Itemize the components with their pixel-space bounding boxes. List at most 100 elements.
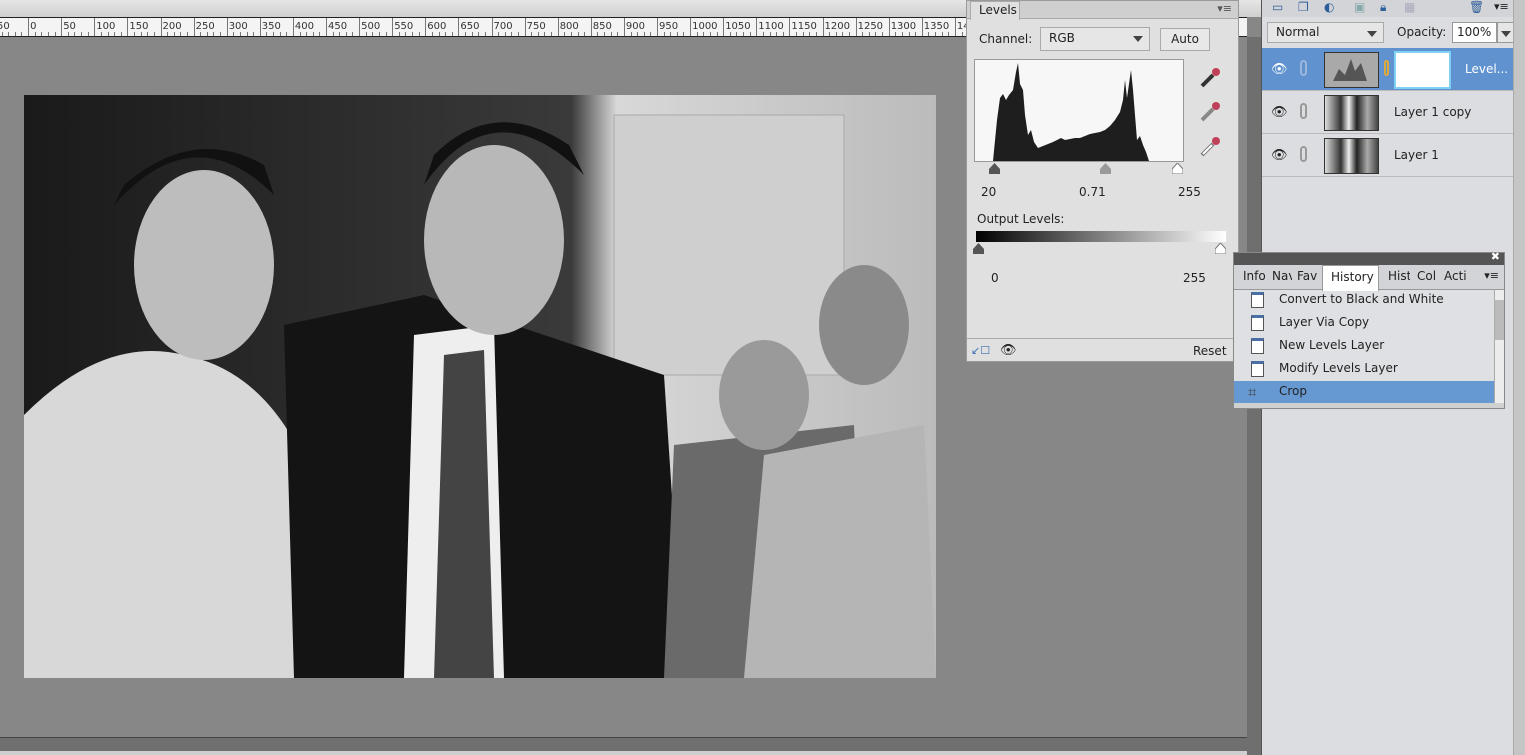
tab-levels[interactable]: Levels	[970, 1, 1020, 20]
history-item[interactable]: ⌗ Crop	[1234, 381, 1494, 404]
output-black-slider[interactable]	[973, 243, 984, 254]
tab-navigator[interactable]: Nav	[1272, 269, 1292, 283]
mask-icon[interactable]: ▣	[1354, 0, 1365, 14]
white-eyedropper-icon[interactable]	[1199, 134, 1223, 158]
output-black-value[interactable]: 0	[991, 271, 999, 285]
history-scrollbar[interactable]	[1494, 290, 1504, 403]
ruler-label: 950	[659, 21, 679, 32]
new-layer-icon[interactable]: ▭	[1272, 0, 1283, 14]
layer-row[interactable]: 👁 Level...	[1262, 48, 1514, 91]
ruler-tick	[339, 32, 341, 36]
visibility-eye-icon[interactable]: 👁	[1271, 148, 1288, 163]
ruler-tick	[405, 32, 407, 36]
ruler-tick	[213, 32, 215, 36]
resize-grip[interactable]	[1234, 403, 1504, 408]
ruler-tick	[147, 32, 149, 36]
ruler-tick	[802, 32, 804, 36]
layer-name[interactable]: Level...	[1465, 62, 1508, 76]
input-black-value[interactable]: 20	[981, 185, 996, 199]
output-white-slider[interactable]	[1215, 243, 1226, 254]
history-item[interactable]: Modify Levels Layer	[1234, 358, 1494, 381]
close-icon[interactable]: ✖	[1491, 250, 1500, 263]
ruler-tick	[306, 32, 308, 36]
opacity-dropdown[interactable]	[1497, 22, 1514, 43]
horizontal-scrollbar[interactable]	[0, 737, 1247, 751]
ruler-tick	[167, 32, 169, 36]
auto-button[interactable]: Auto	[1160, 28, 1210, 51]
gray-eyedropper-icon[interactable]	[1199, 99, 1223, 123]
mask-link-icon[interactable]	[1384, 60, 1389, 76]
reset-button[interactable]: Reset	[1193, 344, 1227, 358]
ruler-tick	[438, 32, 440, 36]
panel-scrollbar[interactable]	[1513, 0, 1525, 755]
layer-mask-thumbnail[interactable]	[1394, 51, 1451, 89]
tab-info[interactable]: Info	[1243, 269, 1265, 283]
input-white-slider[interactable]	[1172, 163, 1183, 174]
link-icon[interactable]	[1300, 103, 1307, 119]
history-item-label: Layer Via Copy	[1279, 315, 1370, 329]
input-white-value[interactable]: 255	[1178, 185, 1201, 199]
ruler-tick	[617, 32, 619, 36]
panel-menu-icon[interactable]: ▾≡	[1217, 2, 1232, 15]
ruler-tick	[100, 32, 102, 36]
layer-row[interactable]: 👁 Layer 1 copy	[1262, 91, 1514, 134]
ruler-tick	[8, 32, 10, 36]
link-icon[interactable]	[1300, 146, 1307, 162]
visibility-eye-icon[interactable]: 👁	[1000, 343, 1017, 358]
ruler-tick	[928, 32, 930, 36]
history-item[interactable]: Convert to Black and White	[1234, 289, 1494, 312]
tab-color[interactable]: Col	[1417, 269, 1437, 283]
ruler-tick	[418, 32, 420, 36]
levels-adjustment-thumbnail	[1324, 52, 1379, 88]
lock-icon[interactable]: 🔒︎	[1380, 0, 1386, 15]
input-gamma-slider[interactable]	[1100, 163, 1111, 174]
ruler-tick	[378, 32, 380, 36]
clip-to-layer-icon[interactable]: ↙☐	[971, 344, 990, 357]
input-black-slider[interactable]	[989, 163, 1000, 174]
new-group-icon[interactable]: ❐	[1298, 0, 1309, 14]
panel-menu-icon[interactable]: ▾≡	[1494, 0, 1509, 13]
ruler-tick	[776, 32, 778, 36]
input-gamma-value[interactable]: 0.71	[1079, 185, 1106, 199]
ruler-label: 250	[195, 21, 215, 32]
visibility-eye-icon[interactable]: 👁	[1271, 105, 1288, 120]
ruler-tick	[511, 32, 513, 36]
layer-name[interactable]: Layer 1 copy	[1394, 105, 1471, 119]
ruler-label: 1200	[824, 21, 850, 32]
channel-label: Channel:	[979, 32, 1033, 46]
ruler-tick	[160, 18, 162, 36]
blend-mode-select[interactable]: Normal	[1267, 22, 1384, 43]
tab-history[interactable]: History	[1322, 265, 1379, 291]
ruler-label: 50	[63, 21, 76, 32]
ruler-tick	[14, 32, 16, 36]
tab-histogram[interactable]: Hist	[1388, 269, 1410, 283]
visibility-eye-icon[interactable]: 👁	[1271, 62, 1288, 77]
ruler-tick	[570, 32, 572, 36]
black-eyedropper-icon[interactable]	[1199, 65, 1223, 89]
panel-title-bar[interactable]: ✖	[1234, 250, 1504, 265]
scrollbar-thumb[interactable]	[1495, 300, 1504, 340]
output-gradient	[976, 231, 1226, 242]
ruler-tick	[716, 32, 718, 36]
link-icon[interactable]	[1300, 60, 1307, 76]
channel-select[interactable]: RGB	[1040, 27, 1150, 51]
ruler-tick	[239, 32, 241, 36]
ruler-tick	[114, 32, 116, 36]
ruler-tick	[372, 32, 374, 36]
layer-row[interactable]: 👁 Layer 1	[1262, 134, 1514, 177]
adjustment-layer-icon[interactable]: ◐	[1324, 0, 1334, 14]
ruler-tick	[319, 32, 321, 36]
history-item[interactable]: New Levels Layer	[1234, 335, 1494, 358]
ruler-tick	[584, 32, 586, 36]
layer-name[interactable]: Layer 1	[1394, 148, 1439, 162]
history-item[interactable]: Layer Via Copy	[1234, 312, 1494, 335]
ruler-label: 850	[592, 21, 612, 32]
panel-menu-icon[interactable]: ▾≡	[1484, 269, 1499, 282]
trash-icon[interactable]: 🗑︎	[1469, 0, 1484, 14]
opacity-input[interactable]: 100%	[1452, 22, 1497, 43]
lock-transparency-icon[interactable]: ▦	[1404, 0, 1415, 14]
tab-actions[interactable]: Acti	[1444, 269, 1466, 283]
ruler-tick	[789, 18, 791, 36]
output-white-value[interactable]: 255	[1183, 271, 1206, 285]
tab-favorites[interactable]: Fav	[1297, 269, 1319, 283]
